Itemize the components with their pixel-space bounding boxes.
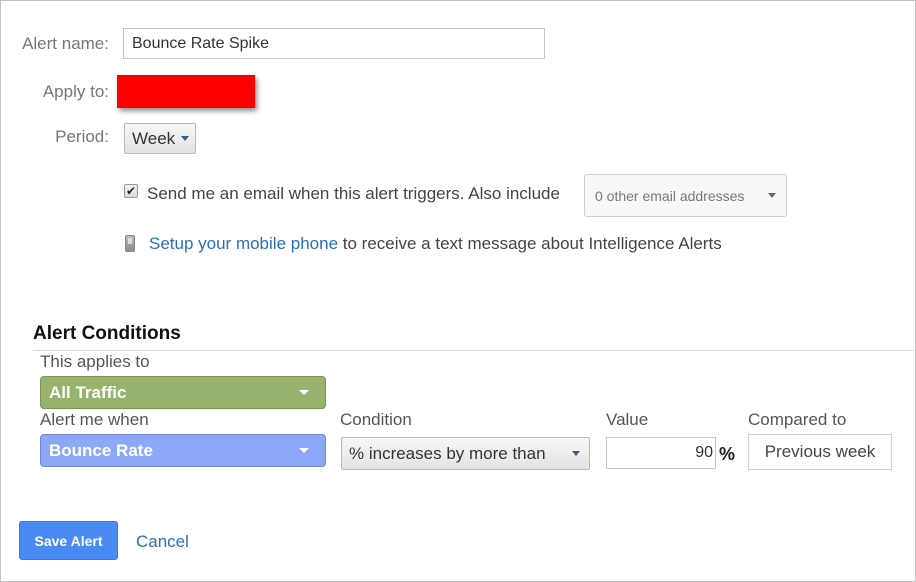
save-alert-button[interactable]: Save Alert bbox=[19, 521, 118, 560]
alert-me-when-label: Alert me when bbox=[40, 410, 149, 429]
cancel-link[interactable]: Cancel bbox=[136, 532, 189, 552]
period-value: Week bbox=[132, 128, 176, 148]
value-unit: % bbox=[719, 444, 736, 464]
chevron-down-icon bbox=[299, 448, 309, 453]
chevron-down-icon bbox=[572, 451, 580, 456]
chevron-down-icon bbox=[181, 136, 190, 141]
metric-value: Bounce Rate bbox=[49, 440, 153, 460]
mobile-setup-line: Setup your mobile phone to receive a tex… bbox=[149, 234, 722, 254]
alert-name-input[interactable] bbox=[123, 28, 545, 59]
condition-label: Condition bbox=[340, 410, 412, 429]
applies-to-value: All Traffic bbox=[49, 382, 127, 402]
email-checkbox[interactable]: ✔ bbox=[124, 184, 138, 198]
email-option-text: Send me an email when this alert trigger… bbox=[147, 184, 560, 203]
period-select[interactable]: Week bbox=[124, 123, 196, 154]
apply-to-label: Apply to: bbox=[42, 82, 109, 101]
chevron-down-icon bbox=[299, 390, 309, 395]
apply-to-value-redacted[interactable] bbox=[117, 75, 255, 108]
applies-to-label: This applies to bbox=[40, 352, 150, 371]
alert-conditions-title: Alert Conditions bbox=[33, 323, 181, 344]
setup-mobile-phone-link[interactable]: Setup your mobile phone bbox=[149, 234, 338, 253]
alert-name-label: Alert name: bbox=[22, 34, 109, 53]
section-divider bbox=[33, 350, 915, 351]
mobile-phone-icon bbox=[125, 235, 135, 252]
chevron-down-icon bbox=[768, 193, 776, 198]
compared-to-value: Previous week bbox=[748, 434, 892, 470]
condition-value: % increases by more than bbox=[349, 443, 546, 463]
value-input[interactable] bbox=[606, 437, 716, 469]
applies-to-select[interactable]: All Traffic bbox=[40, 376, 326, 409]
compared-to-label: Compared to bbox=[748, 410, 847, 429]
email-addresses-select[interactable]: 0 other email addresses bbox=[584, 174, 787, 217]
mobile-setup-text: to receive a text message about Intellig… bbox=[338, 234, 722, 253]
value-label: Value bbox=[606, 410, 649, 429]
metric-select[interactable]: Bounce Rate bbox=[40, 434, 326, 467]
period-label: Period: bbox=[55, 127, 109, 146]
email-addresses-value: 0 other email addresses bbox=[595, 187, 745, 204]
condition-select[interactable]: % increases by more than bbox=[341, 437, 590, 470]
